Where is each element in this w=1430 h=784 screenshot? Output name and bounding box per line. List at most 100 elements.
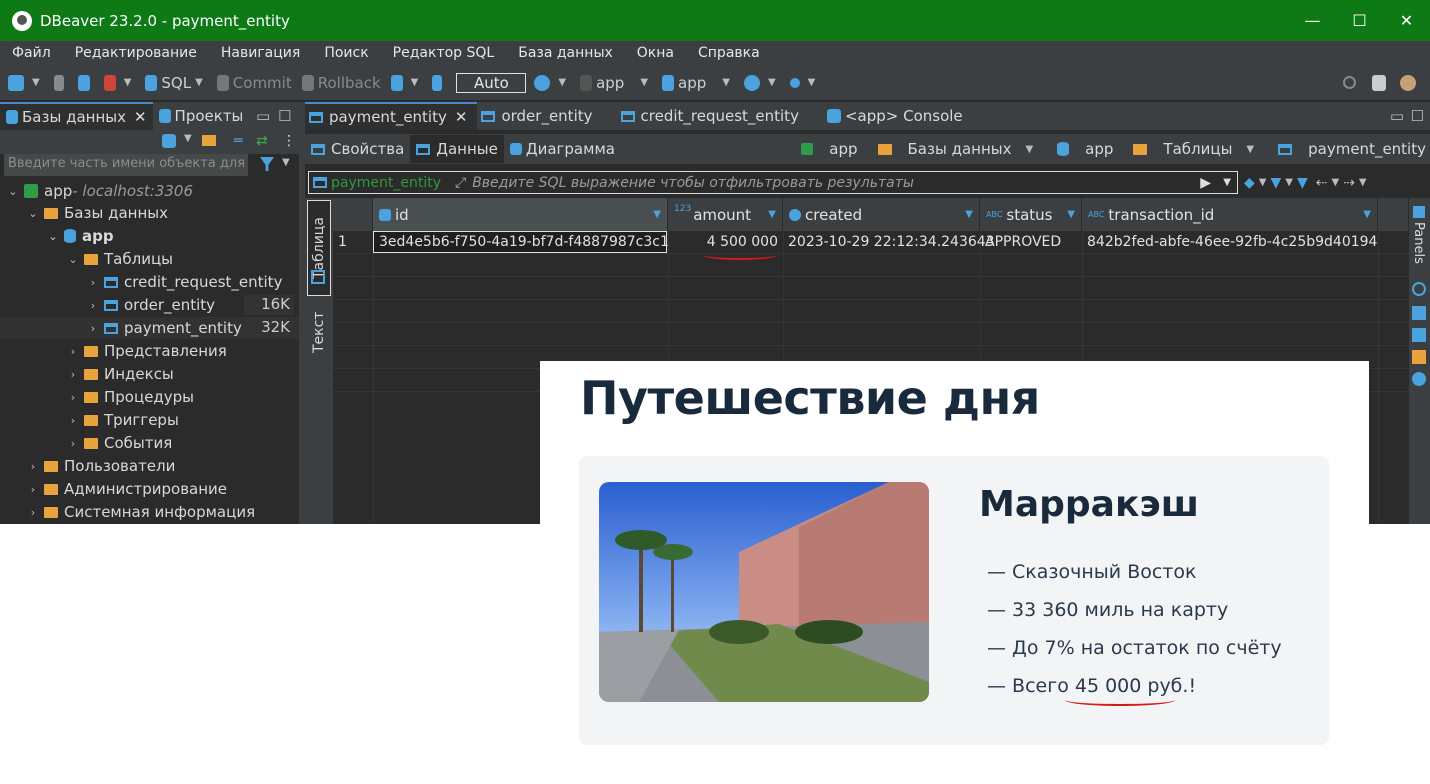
back-icon[interactable]: ⇠ <box>1316 175 1328 191</box>
chevron-right-icon[interactable]: › <box>66 414 80 427</box>
tab-order-entity[interactable]: order_entity <box>477 102 602 130</box>
expand-icon[interactable]: ⤢ <box>455 175 466 191</box>
cell-transaction-id[interactable]: 842b2fed-abfe-46ee-92fb-4c25b9d40194 <box>1082 231 1378 253</box>
schema-selector[interactable]: app ▼ <box>662 74 734 92</box>
global-search-button[interactable] <box>1343 76 1360 89</box>
chevron-down-icon[interactable]: ⌄ <box>66 253 80 266</box>
minimize-button[interactable]: — <box>1289 0 1336 41</box>
tab-app-console[interactable]: <app> Console <box>823 102 973 130</box>
sort-icon[interactable]: ▼ <box>1067 209 1075 220</box>
folder-icon[interactable] <box>202 135 216 146</box>
filter-icon[interactable]: ▼ <box>1270 175 1281 191</box>
chevron-right-icon[interactable]: › <box>66 368 80 381</box>
chevron-right-icon[interactable]: › <box>66 437 80 450</box>
chevron-down-icon[interactable]: ▼ <box>1359 177 1367 188</box>
tree-node-databases[interactable]: ⌄ Базы данных <box>26 202 168 224</box>
tools-button[interactable]: ▼ <box>743 74 780 91</box>
sort-icon[interactable]: ▼ <box>965 209 973 220</box>
tree-node-table-payment[interactable]: › payment_entity 32K <box>0 317 300 339</box>
chevron-right-icon[interactable]: › <box>86 276 100 289</box>
account-button[interactable] <box>1400 74 1420 91</box>
table-row[interactable]: 1 3ed4e5b6-f750-4a19-bf7d-f4887987c3c1 4… <box>333 231 1409 254</box>
collapse-all-icon[interactable]: ═ <box>234 133 242 149</box>
filter-history-icon[interactable]: ▼ <box>1223 177 1231 188</box>
breadcrumb-item[interactable]: Базы данных ▼ <box>868 140 1038 158</box>
connect-button[interactable] <box>53 74 68 91</box>
metadata-icon[interactable] <box>1412 306 1426 320</box>
cell-created[interactable]: 2023-10-29 22:12:34.243643 <box>783 231 995 253</box>
breadcrumb-item[interactable]: Таблицы ▼ <box>1123 140 1258 158</box>
menu-edit[interactable]: Редактирование <box>75 45 197 61</box>
perspective-button[interactable] <box>1372 74 1390 91</box>
tab-properties[interactable]: Свойства <box>305 135 410 163</box>
menu-sql-editor[interactable]: Редактор SQL <box>393 45 495 61</box>
filter-settings-icon[interactable]: ▼ <box>1297 175 1308 191</box>
chevron-right-icon[interactable]: › <box>66 391 80 404</box>
chevron-right-icon[interactable]: › <box>26 506 40 519</box>
maximize-panel-icon[interactable]: ☐ <box>278 107 291 125</box>
link-editor-icon[interactable]: ⇄ <box>256 133 268 149</box>
chevron-down-icon[interactable]: ▼ <box>184 133 192 144</box>
value-viewer-icon[interactable] <box>1412 282 1426 296</box>
breadcrumb-item[interactable]: app <box>1047 140 1113 158</box>
chevron-down-icon[interactable]: ⌄ <box>46 230 60 243</box>
menu-database[interactable]: База данных <box>518 45 613 61</box>
eraser-icon[interactable]: ◆ <box>1244 175 1255 191</box>
menu-window[interactable]: Окна <box>637 45 674 61</box>
datasource-selector[interactable]: app ▼ <box>580 74 652 92</box>
close-tab-icon[interactable]: ✕ <box>134 108 147 126</box>
menu-file[interactable]: Файл <box>12 45 51 61</box>
maximize-editor-icon[interactable]: ☐ <box>1411 107 1424 125</box>
tree-node-triggers[interactable]: › Триггеры <box>66 409 179 431</box>
column-header-amount[interactable]: 123 amount ▼ <box>668 198 783 231</box>
maximize-button[interactable]: ☐ <box>1336 0 1383 41</box>
references-icon[interactable] <box>1412 372 1426 386</box>
lock-button[interactable] <box>432 74 446 91</box>
tree-node-administration[interactable]: › Администрирование <box>26 478 227 500</box>
tree-node-db[interactable]: ⌄ app <box>46 225 113 247</box>
new-connection-icon[interactable] <box>162 134 176 148</box>
calc-icon[interactable] <box>1412 350 1426 364</box>
tab-data[interactable]: Данные <box>410 135 504 163</box>
menu-search[interactable]: Поиск <box>324 45 368 61</box>
close-button[interactable]: ✕ <box>1383 0 1430 41</box>
commit-button[interactable]: Commit <box>216 74 292 92</box>
forward-icon[interactable]: ⇢ <box>1343 175 1355 191</box>
chevron-down-icon[interactable]: ▼ <box>1259 177 1267 188</box>
new-connection-button[interactable]: ▼ <box>8 74 44 91</box>
tree-node-server[interactable]: ⌄ app - localhost:3306 <box>6 180 193 202</box>
reconnect-button[interactable] <box>77 74 94 91</box>
chevron-down-icon[interactable]: ⌄ <box>26 207 40 220</box>
chevron-down-icon[interactable]: ▼ <box>1246 144 1254 155</box>
disconnect-button[interactable]: ▼ <box>103 74 136 91</box>
panels-icon[interactable] <box>1413 206 1425 218</box>
tree-node-system-info[interactable]: › Системная информация <box>26 501 255 523</box>
chevron-right-icon[interactable]: › <box>86 322 100 335</box>
column-header-status[interactable]: ABC status ▼ <box>980 198 1082 231</box>
apply-filter-icon[interactable]: ▶ <box>1200 175 1211 191</box>
tree-node-events[interactable]: › События <box>66 432 172 454</box>
sort-icon[interactable]: ▼ <box>1363 209 1371 220</box>
chevron-down-icon[interactable]: ▼ <box>282 157 290 168</box>
filter-icon[interactable] <box>260 157 274 171</box>
tree-node-table-credit[interactable]: › credit_request_entity <box>86 271 300 293</box>
tree-node-views[interactable]: › Представления <box>66 340 227 362</box>
cell-id[interactable]: 3ed4e5b6-f750-4a19-bf7d-f4887987c3c1 <box>373 231 669 253</box>
chevron-right-icon[interactable]: › <box>26 460 40 473</box>
minimize-panel-icon[interactable]: ▭ <box>256 107 270 125</box>
close-tab-icon[interactable]: ✕ <box>455 108 468 126</box>
rollback-button[interactable]: Rollback <box>301 74 381 92</box>
column-header-id[interactable]: id ▼ <box>373 198 668 231</box>
chevron-down-icon[interactable]: ▼ <box>1331 177 1339 188</box>
column-header-transaction-id[interactable]: ABC transaction_id ▼ <box>1082 198 1378 231</box>
tab-diagram[interactable]: Диаграмма <box>504 135 621 163</box>
auto-commit-mode[interactable]: Auto <box>456 72 527 93</box>
sql-filter-input[interactable]: payment_entity ⤢ Введите SQL выражение ч… <box>308 171 1238 194</box>
tab-text-view[interactable]: Текст <box>307 302 331 362</box>
tree-node-table-order[interactable]: › order_entity 16K <box>86 294 300 316</box>
history-button[interactable]: ▼ <box>534 74 570 91</box>
tree-node-indexes[interactable]: › Индексы <box>66 363 174 385</box>
chevron-right-icon[interactable]: › <box>26 483 40 496</box>
column-header-created[interactable]: created ▼ <box>783 198 980 231</box>
chevron-right-icon[interactable]: › <box>86 299 100 312</box>
